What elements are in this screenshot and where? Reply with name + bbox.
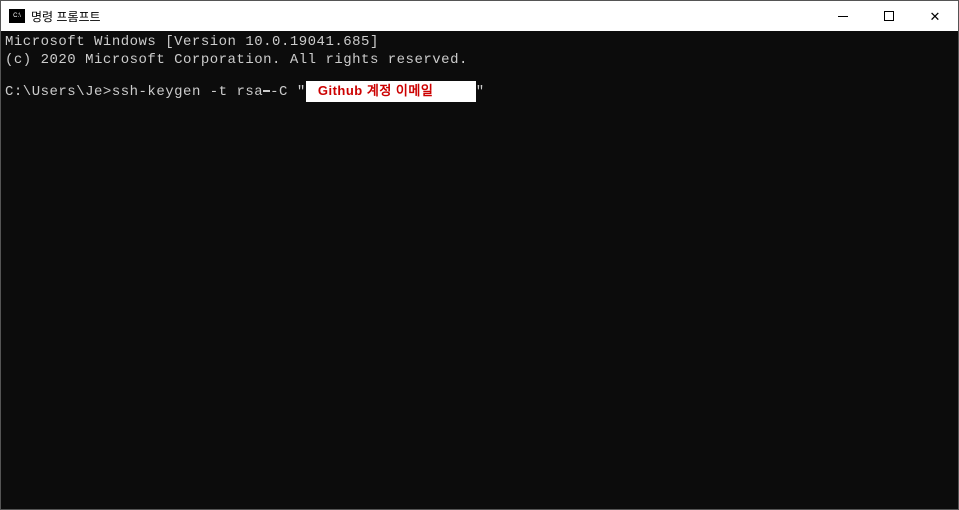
cursor xyxy=(263,90,270,92)
prompt-text: C:\Users\Je> xyxy=(5,83,112,101)
minimize-button[interactable] xyxy=(820,1,866,31)
terminal-content[interactable]: Microsoft Windows [Version 10.0.19041.68… xyxy=(1,31,958,104)
command-line: C:\Users\Je>ssh-keygen -t rsa -C " Github… xyxy=(5,81,954,102)
cmd-icon xyxy=(9,9,25,23)
window-title: 명령 프롬프트 xyxy=(31,8,101,25)
command-mid: -C " xyxy=(270,83,306,101)
title-left: 명령 프롬프트 xyxy=(1,8,101,25)
highlight-annotation: Github 계정 이메일 xyxy=(306,81,476,102)
command-end: " xyxy=(476,83,485,101)
copyright-line: (c) 2020 Microsoft Corporation. All righ… xyxy=(5,51,954,69)
title-bar: 명령 프롬프트 ✕ xyxy=(1,1,958,31)
command-pre: ssh-keygen -t rsa xyxy=(112,83,263,101)
version-line: Microsoft Windows [Version 10.0.19041.68… xyxy=(5,33,954,51)
maximize-icon xyxy=(884,11,894,21)
close-button[interactable]: ✕ xyxy=(912,1,958,31)
maximize-button[interactable] xyxy=(866,1,912,31)
window-controls: ✕ xyxy=(820,1,958,31)
close-icon: ✕ xyxy=(930,10,941,23)
minimize-icon xyxy=(838,16,848,17)
